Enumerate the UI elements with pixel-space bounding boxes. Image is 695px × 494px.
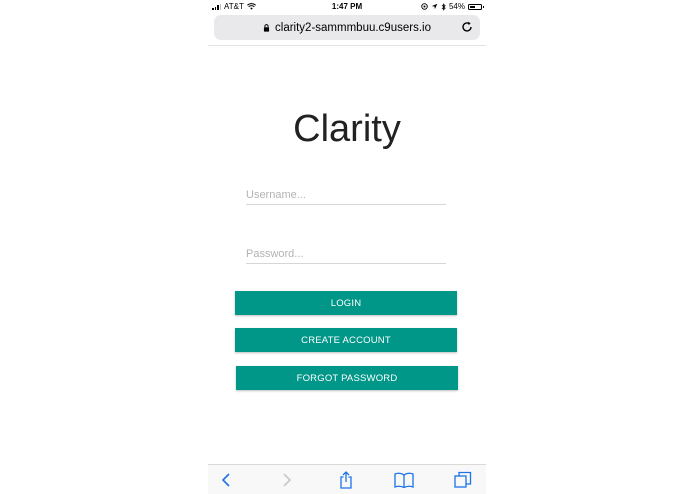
url-text: clarity2-sammmbuu.c9users.io: [275, 21, 431, 34]
navigation-arrow-icon: [431, 3, 438, 10]
back-icon: [221, 473, 230, 487]
location-icon: [421, 3, 428, 10]
address-bar[interactable]: clarity2-sammmbuu.c9users.io: [214, 15, 480, 40]
forward-button[interactable]: [277, 471, 297, 489]
forward-icon: [283, 473, 292, 487]
tabs-button[interactable]: [453, 471, 473, 489]
status-right: 54%: [421, 2, 484, 11]
password-input[interactable]: [246, 245, 446, 264]
divider: [208, 45, 486, 46]
share-button[interactable]: [336, 471, 356, 489]
status-bar: AT&T 1:47 PM 54%: [208, 0, 486, 13]
lock-icon: [263, 23, 270, 32]
battery-percent: 54%: [448, 2, 465, 11]
bluetooth-icon: [441, 2, 446, 11]
bookmarks-button[interactable]: [394, 471, 414, 489]
tabs-icon: [454, 471, 472, 488]
bookmarks-icon: [394, 472, 414, 488]
forgot-password-button[interactable]: FORGOT PASSWORD: [236, 366, 458, 390]
back-button[interactable]: [216, 471, 236, 489]
create-account-button[interactable]: CREATE ACCOUNT: [235, 328, 457, 352]
phone-screen: AT&T 1:47 PM 54% clarity2-sammmbuu.c9use…: [208, 0, 486, 494]
safari-toolbar: [208, 464, 486, 494]
battery-icon: [468, 3, 484, 10]
username-input[interactable]: [246, 186, 446, 205]
login-button[interactable]: LOGIN: [235, 291, 457, 315]
app-title: Clarity: [293, 108, 401, 150]
share-icon: [340, 471, 352, 489]
reload-icon[interactable]: [460, 20, 474, 34]
